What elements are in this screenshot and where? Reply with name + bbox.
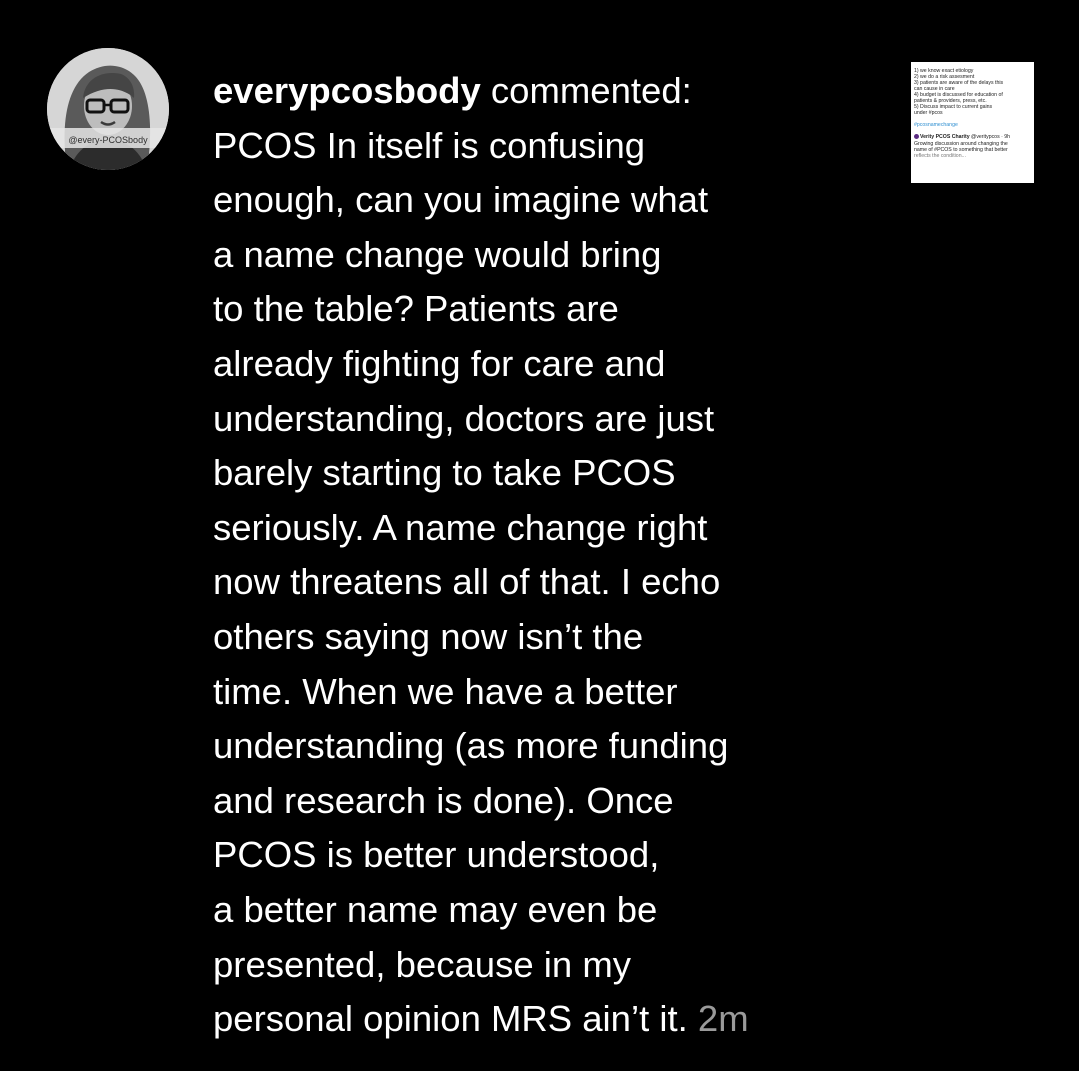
thumbnail-author-avatar: [914, 134, 919, 140]
avatar[interactable]: @every-PCOSbody: [47, 48, 169, 170]
comment-line: understanding (as more funding: [213, 725, 729, 767]
avatar-watermark: @every-PCOSbody: [68, 135, 148, 145]
comment-header: everypcosbody commented:: [213, 64, 853, 119]
comment-line: now threatens all of that. I echo: [213, 561, 721, 603]
comment-line: barely starting to take PCOS: [213, 452, 676, 494]
comment-line: a name change would bring: [213, 233, 662, 275]
comment-line: others saying now isn’t the: [213, 615, 644, 657]
comment-line: time. When we have a better: [213, 670, 678, 712]
comment-timestamp: 2m: [697, 998, 749, 1040]
comment-action: commented:: [480, 70, 692, 111]
thumbnail-author-row: Verity PCOS Charity @veritypcos · 9h: [914, 134, 1010, 140]
comment-last-line: personal opinion MRS ain’t it. 2m: [213, 992, 853, 1047]
avatar-photo: [47, 48, 169, 170]
comment-line: to the table? Patients are: [213, 288, 619, 330]
comment-line: already fighting for care and: [213, 342, 666, 384]
comment-line: personal opinion MRS ain’t it.: [213, 998, 688, 1040]
comment-line: understanding, doctors are just: [213, 397, 715, 439]
username[interactable]: everypcosbody: [213, 70, 481, 111]
comment-line: enough, can you imagine what: [213, 179, 709, 221]
thumbnail-author-meta: @veritypcos · 9h: [971, 134, 1011, 140]
thumbnail-reply-line: reflects the condition...: [914, 153, 966, 159]
comment-line: PCOS In itself is confusing: [213, 124, 646, 166]
comment-text: everypcosbody commented: PCOS In itself …: [213, 64, 853, 1047]
comment-line: a better name may even be: [213, 888, 658, 930]
comment-line: seriously. A name change right: [213, 506, 708, 548]
comment-line: presented, because in my: [213, 943, 631, 985]
comment-line: PCOS is better understood,: [213, 834, 660, 876]
thumbnail-hashtag: #pcosnamechange: [914, 122, 958, 128]
thumbnail-author: Verity PCOS Charity: [920, 134, 970, 140]
post-thumbnail[interactable]: 1) we know exact etiology 2) we do a ris…: [911, 62, 1034, 183]
thumbnail-text-line: under #pcos: [914, 110, 943, 116]
comment-line: and research is done). Once: [213, 779, 674, 821]
